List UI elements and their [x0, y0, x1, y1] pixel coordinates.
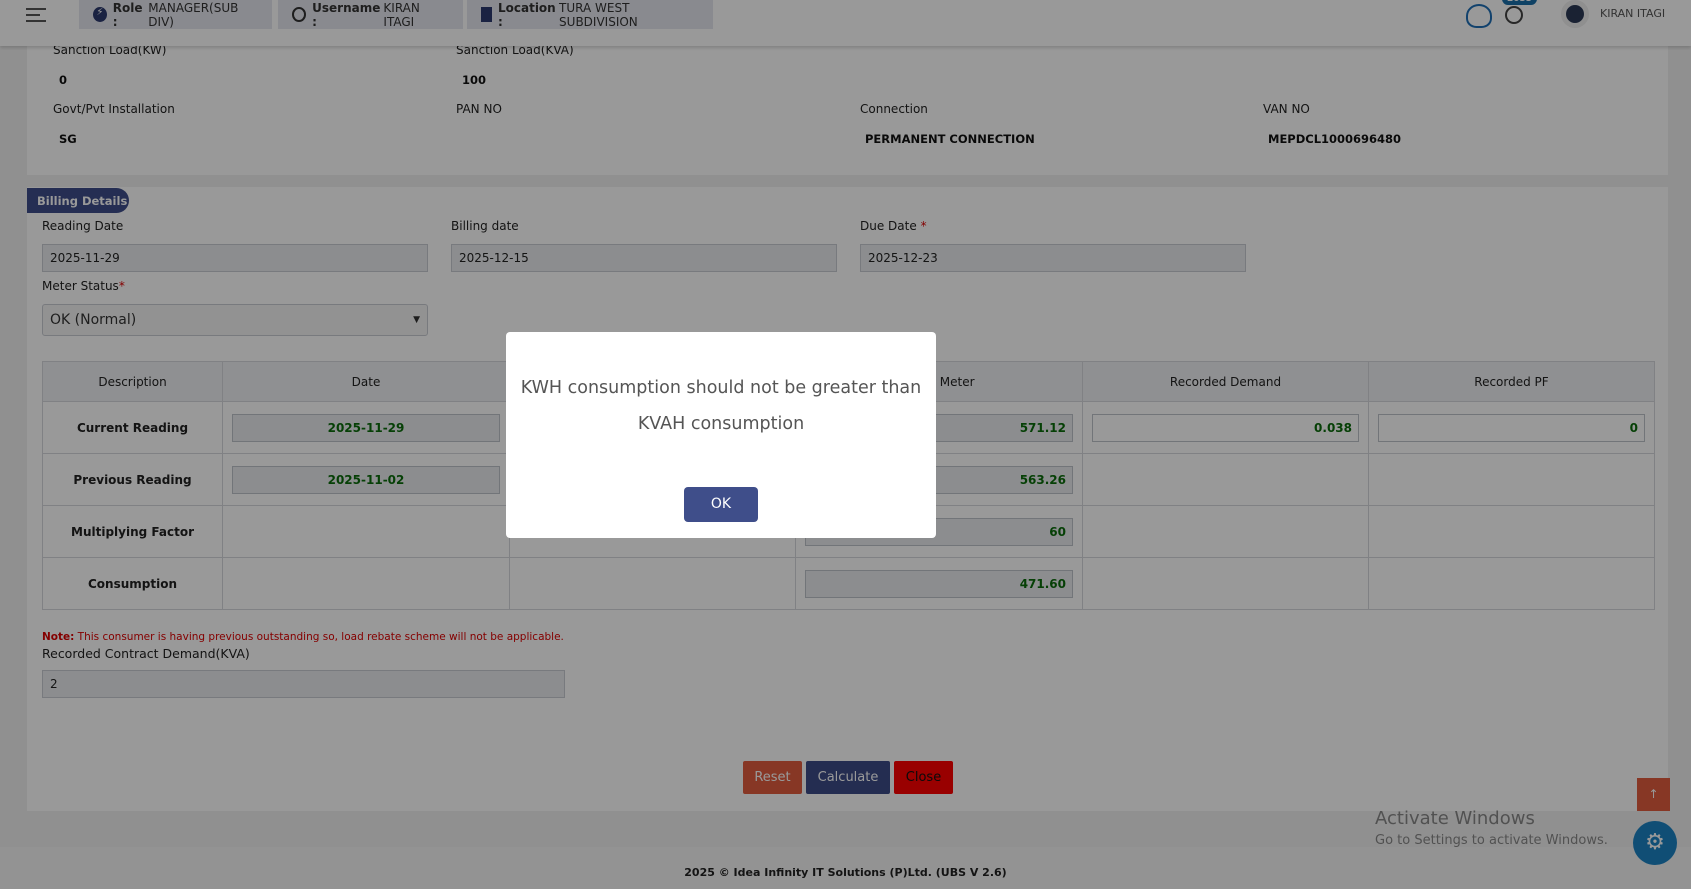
alert-message-line1: KWH consumption should not be greater th…: [520, 378, 922, 398]
alert-dialog: KWH consumption should not be greater th…: [506, 332, 936, 538]
alert-message-line2: KVAH consumption: [637, 414, 805, 434]
ok-button[interactable]: OK: [684, 487, 758, 522]
